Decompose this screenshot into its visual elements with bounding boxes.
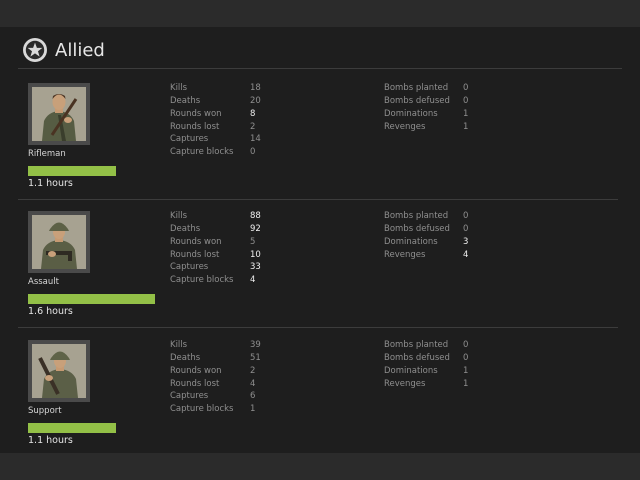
stat-label: Bombs planted <box>384 340 449 350</box>
stat-label: Rounds won <box>170 109 222 119</box>
stat-value: 1 <box>463 109 469 119</box>
stat-value: 51 <box>250 353 261 363</box>
playtime-label: 1.1 hours <box>28 435 73 446</box>
stat-value: 4 <box>250 379 256 389</box>
stat-value: 14 <box>250 134 261 144</box>
stat-label: Rounds won <box>170 366 222 376</box>
stat-value: 5 <box>250 237 256 247</box>
stat-value: 92 <box>250 224 261 234</box>
stat-label: Capture blocks <box>170 404 234 414</box>
playtime-label: 1.1 hours <box>28 178 73 189</box>
soldier-rifle-icon <box>42 94 78 141</box>
stat-label: Rounds won <box>170 237 222 247</box>
team-title: Allied <box>55 39 105 61</box>
support-portrait <box>32 344 86 398</box>
stat-label: Rounds lost <box>170 250 220 260</box>
stat-value: 0 <box>463 83 469 93</box>
class-block-rifleman: Rifleman 1.1 hours Kills 18 Deaths 20 Roun… <box>0 68 640 196</box>
stat-label: Bombs defused <box>384 353 450 363</box>
stat-value: 0 <box>463 211 469 221</box>
stat-label: Bombs planted <box>384 211 449 221</box>
stat-value: 18 <box>250 83 261 93</box>
stat-label: Dominations <box>384 109 438 119</box>
stat-value: 0 <box>250 147 256 157</box>
stat-value: 2 <box>250 366 256 376</box>
team-header: Allied <box>22 36 105 64</box>
top-bar <box>0 0 640 27</box>
stat-label: Revenges <box>384 122 426 132</box>
stat-label: Captures <box>170 391 209 401</box>
stat-value: 0 <box>463 224 469 234</box>
stat-label: Kills <box>170 340 188 350</box>
stat-label: Kills <box>170 211 188 221</box>
portrait-frame <box>28 340 90 402</box>
playtime-bar <box>28 294 155 304</box>
class-name: Rifleman <box>28 149 66 159</box>
soldier-smg-icon <box>41 222 77 269</box>
stat-value: 6 <box>250 391 256 401</box>
class-block-support: Support 1.1 hours Kills 39 Deaths 51 Round… <box>0 325 640 453</box>
stat-label: Bombs defused <box>384 96 450 106</box>
playtime-bar <box>28 166 116 176</box>
stat-value: 1 <box>463 366 469 376</box>
portrait-frame <box>28 211 90 273</box>
stat-label: Dominations <box>384 237 438 247</box>
stat-value: 20 <box>250 96 261 106</box>
stat-label: Capture blocks <box>170 275 234 285</box>
stat-value: 0 <box>463 96 469 106</box>
stat-value: 88 <box>250 211 261 221</box>
stat-label: Revenges <box>384 379 426 389</box>
playtime-bar <box>28 423 116 433</box>
stat-label: Deaths <box>170 96 201 106</box>
stat-value: 0 <box>463 340 469 350</box>
portrait-frame <box>28 83 90 145</box>
stat-label: Bombs defused <box>384 224 450 234</box>
stat-label: Dominations <box>384 366 438 376</box>
stat-label: Deaths <box>170 224 201 234</box>
stat-value: 4 <box>463 250 469 260</box>
class-name: Assault <box>28 277 59 287</box>
stat-value: 10 <box>250 250 261 260</box>
stat-value: 39 <box>250 340 261 350</box>
playtime-label: 1.6 hours <box>28 306 73 317</box>
stat-label: Rounds lost <box>170 379 220 389</box>
soldier-bar-icon <box>38 351 78 398</box>
stat-value: 2 <box>250 122 256 132</box>
stat-label: Captures <box>170 134 209 144</box>
stat-label: Rounds lost <box>170 122 220 132</box>
stat-value: 1 <box>463 379 469 389</box>
stat-value: 0 <box>463 353 469 363</box>
stat-value: 8 <box>250 109 256 119</box>
stat-label: Captures <box>170 262 209 272</box>
stat-label: Deaths <box>170 353 201 363</box>
assault-portrait <box>32 215 86 269</box>
stat-label: Kills <box>170 83 188 93</box>
stat-label: Capture blocks <box>170 147 234 157</box>
stat-value: 1 <box>463 122 469 132</box>
stat-value: 1 <box>250 404 256 414</box>
stat-value: 33 <box>250 262 261 272</box>
stat-value: 3 <box>463 237 469 247</box>
class-name: Support <box>28 406 62 416</box>
rifleman-portrait <box>32 87 86 141</box>
stat-label: Bombs planted <box>384 83 449 93</box>
star-emblem-icon <box>23 38 47 62</box>
class-block-assault: Assault 1.6 hours Kills 88 Deaths 92 Round… <box>0 196 640 324</box>
stat-value: 4 <box>250 275 256 285</box>
stat-label: Revenges <box>384 250 426 260</box>
bottom-bar <box>0 453 640 480</box>
